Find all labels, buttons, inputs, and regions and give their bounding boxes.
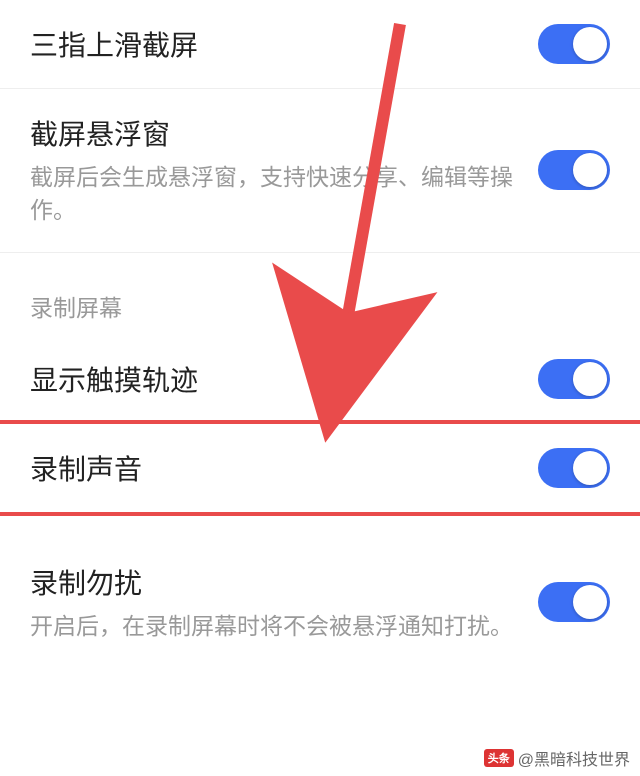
row-three-finger-screenshot[interactable]: 三指上滑截屏 [0,0,640,89]
toggle-floating-window[interactable] [538,150,610,190]
toggle-record-dnd[interactable] [538,582,610,622]
row-description: 截屏后会生成悬浮窗，支持快速分享、编辑等操作。 [30,161,518,228]
watermark-text: @黑暗科技世界 [518,746,630,770]
row-show-touch-trace[interactable]: 显示触摸轨迹 [0,335,640,424]
section-header-screen-recording: 录制屏幕 [0,253,640,335]
toggle-record-audio[interactable] [538,448,610,488]
watermark-badge: 头条 [484,749,514,767]
row-title: 录制勿扰 [30,562,518,602]
toggle-three-finger[interactable] [538,24,610,64]
toggle-show-touch[interactable] [538,359,610,399]
watermark: 头条 @黑暗科技世界 [484,746,630,770]
annotation-highlight-box: 录制声音 [0,420,640,516]
row-title: 三指上滑截屏 [30,24,518,64]
row-title: 截屏悬浮窗 [30,113,518,153]
settings-list: 三指上滑截屏 截屏悬浮窗 截屏后会生成悬浮窗，支持快速分享、编辑等操作。 录制屏… [0,0,640,667]
row-screenshot-floating-window[interactable]: 截屏悬浮窗 截屏后会生成悬浮窗，支持快速分享、编辑等操作。 [0,89,640,253]
row-description: 开启后，在录制屏幕时将不会被悬浮通知打扰。 [30,610,518,643]
row-record-audio[interactable]: 录制声音 [0,424,640,512]
row-title: 显示触摸轨迹 [30,359,518,399]
row-title: 录制声音 [30,448,518,488]
row-record-dnd[interactable]: 录制勿扰 开启后，在录制屏幕时将不会被悬浮通知打扰。 [0,538,640,667]
